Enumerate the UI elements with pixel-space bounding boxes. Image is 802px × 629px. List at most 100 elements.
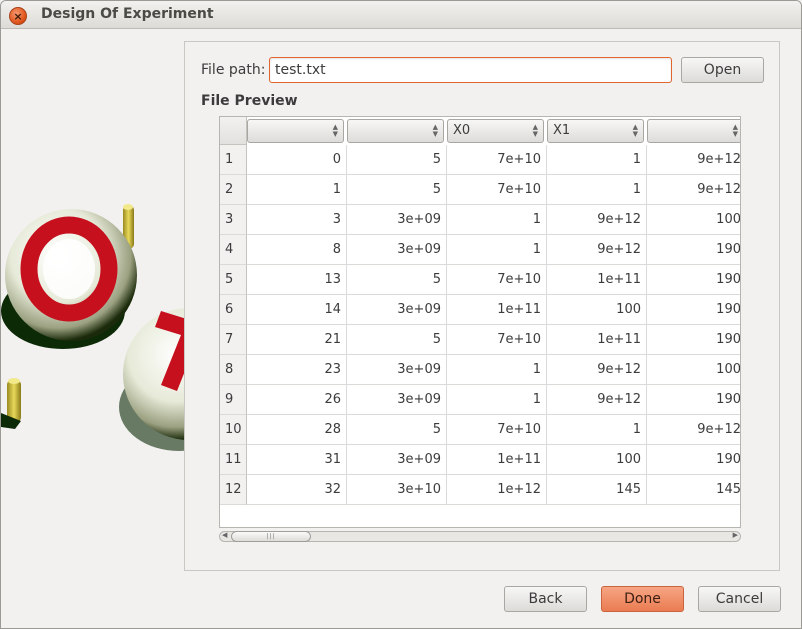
column-header-selector[interactable]: ▲ ▼ xyxy=(647,119,740,143)
table-cell[interactable]: 3e+09 xyxy=(347,385,447,415)
table-cell[interactable]: 1e+11 xyxy=(447,445,547,475)
column-header-label: X1 xyxy=(553,123,571,138)
table-cell[interactable]: 145 xyxy=(647,475,740,505)
table-cell[interactable]: 3e+09 xyxy=(347,445,447,475)
table-cell[interactable]: 1e+11 xyxy=(547,325,647,355)
table-cell[interactable]: 100 xyxy=(647,355,740,385)
table-cell[interactable]: 3e+09 xyxy=(347,355,447,385)
table-cell[interactable]: 23 xyxy=(247,355,347,385)
table-cell[interactable]: 190 xyxy=(647,265,740,295)
table-cell[interactable]: 13 xyxy=(247,265,347,295)
table-cell[interactable]: 1 xyxy=(547,415,647,445)
table-cell[interactable]: 1 xyxy=(447,235,547,265)
table-cell[interactable]: 9e+12 xyxy=(547,235,647,265)
table-row[interactable]: 10 28 5 7e+10 1 9e+12 xyxy=(220,415,740,445)
table-row[interactable]: 5 13 5 7e+10 1e+11 190 xyxy=(220,265,740,295)
table-row[interactable]: 7 21 5 7e+10 1e+11 190 xyxy=(220,325,740,355)
table-cell[interactable]: 1 xyxy=(447,385,547,415)
table-cell[interactable]: 3e+09 xyxy=(347,205,447,235)
table-cell[interactable]: 5 xyxy=(347,325,447,355)
table-row[interactable]: 12 32 3e+10 1e+12 145 145 xyxy=(220,475,740,505)
sort-spinner-icon: ▲ ▼ xyxy=(332,123,338,138)
column-header-selector[interactable]: X0 ▲ ▼ xyxy=(447,119,544,143)
table-cell[interactable]: 5 xyxy=(347,145,447,175)
table-cell[interactable]: 5 xyxy=(347,175,447,205)
table-row[interactable]: 4 8 3e+09 1 9e+12 190 xyxy=(220,235,740,265)
table-cell[interactable]: 32 xyxy=(247,475,347,505)
table-row[interactable]: 9 26 3e+09 1 9e+12 190 xyxy=(220,385,740,415)
table-cell[interactable]: 9e+12 xyxy=(647,415,740,445)
table-cell[interactable]: 100 xyxy=(647,205,740,235)
close-icon[interactable]: × xyxy=(9,7,27,25)
table-cell[interactable]: 190 xyxy=(647,385,740,415)
column-header-selector[interactable]: X1 ▲ ▼ xyxy=(547,119,644,143)
file-panel: File path: Open File Preview ▲▼ ▲▼ X0 ▲▼ xyxy=(184,41,780,571)
table-cell[interactable]: 21 xyxy=(247,325,347,355)
table-cell[interactable]: 190 xyxy=(647,325,740,355)
table-cell[interactable]: 28 xyxy=(247,415,347,445)
table-row[interactable]: 3 3 3e+09 1 9e+12 100 xyxy=(220,205,740,235)
table-cell[interactable]: 3 xyxy=(247,205,347,235)
table-row[interactable]: 1 0 5 7e+10 1 9e+12 xyxy=(220,145,740,175)
table-cell[interactable]: 0 xyxy=(247,145,347,175)
table-cell[interactable]: 3e+09 xyxy=(347,235,447,265)
table-cell[interactable]: 1 xyxy=(547,145,647,175)
table-cell[interactable]: 1e+11 xyxy=(447,295,547,325)
table-cell[interactable]: 100 xyxy=(547,445,647,475)
table-cell[interactable]: 26 xyxy=(247,385,347,415)
column-header-selector[interactable]: ▲ ▼ xyxy=(247,119,344,143)
scroll-right-icon[interactable]: ▶ xyxy=(733,531,738,539)
file-preview-table[interactable]: ▲ ▼ ▲ ▼ X0 ▲ ▼ X1 ▲ ▼ ▲ ▼ 105 7e+10 1 9e… xyxy=(219,116,741,528)
table-row[interactable]: 8 23 3e+09 1 9e+12 100 xyxy=(220,355,740,385)
table-cell[interactable]: 1 xyxy=(447,355,547,385)
table-row[interactable]: 11 31 3e+09 1e+11 100 190 xyxy=(220,445,740,475)
table-cell[interactable]: 190 xyxy=(647,295,740,325)
table-cell[interactable]: 31 xyxy=(247,445,347,475)
table-cell[interactable]: 3e+09 xyxy=(347,295,447,325)
horizontal-scrollbar[interactable]: ◀ ||| ▶ xyxy=(219,530,741,544)
row-number: 3 xyxy=(220,205,247,235)
back-button[interactable]: Back xyxy=(504,586,587,612)
sort-spinner-icon: ▲ ▼ xyxy=(432,123,438,138)
table-cell[interactable]: 9e+12 xyxy=(547,355,647,385)
open-button[interactable]: Open xyxy=(681,57,764,83)
scroll-left-icon[interactable]: ◀ xyxy=(222,531,227,539)
table-cell[interactable]: 7e+10 xyxy=(447,175,547,205)
table-cell[interactable]: 5 xyxy=(347,265,447,295)
table-cell[interactable]: 9e+12 xyxy=(547,385,647,415)
done-button[interactable]: Done xyxy=(601,586,684,612)
table-cell[interactable]: 1e+11 xyxy=(547,265,647,295)
table-row[interactable]: 6 14 3e+09 1e+11 100 190 xyxy=(220,295,740,325)
row-number: 5 xyxy=(220,265,247,295)
table-cell[interactable]: 14 xyxy=(247,295,347,325)
table-cell[interactable]: 145 xyxy=(547,475,647,505)
table-cell[interactable]: 7e+10 xyxy=(447,415,547,445)
sort-spinner-icon: ▲ ▼ xyxy=(732,123,738,138)
row-number: 9 xyxy=(220,385,247,415)
cancel-button[interactable]: Cancel xyxy=(698,586,781,612)
table-row[interactable]: 2 1 5 7e+10 1 9e+12 xyxy=(220,175,740,205)
table-cell[interactable]: 3e+10 xyxy=(347,475,447,505)
table-cell[interactable]: 7e+10 xyxy=(447,265,547,295)
table-cell[interactable]: 9e+12 xyxy=(647,175,740,205)
table-cell[interactable]: 1e+12 xyxy=(447,475,547,505)
scrollbar-thumb[interactable]: ||| xyxy=(231,531,311,542)
table-cell[interactable]: 100 xyxy=(547,295,647,325)
table-cell[interactable]: 1 xyxy=(447,205,547,235)
table-cell[interactable]: 1 xyxy=(247,175,347,205)
table-cell[interactable]: 7e+10 xyxy=(447,325,547,355)
table-cell[interactable]: 7e+10 xyxy=(447,145,547,175)
table-cell[interactable]: 190 xyxy=(647,235,740,265)
table-cell[interactable]: 8 xyxy=(247,235,347,265)
window-title: Design Of Experiment xyxy=(41,6,214,22)
table-cell[interactable]: 5 xyxy=(347,415,447,445)
table-header-row: ▲ ▼ ▲ ▼ X0 ▲ ▼ X1 ▲ ▼ ▲ ▼ xyxy=(247,117,740,145)
table-cell[interactable]: 1 xyxy=(547,175,647,205)
table-cell[interactable]: 9e+12 xyxy=(547,205,647,235)
row-number: 2 xyxy=(220,175,247,205)
table-cell[interactable]: 9e+12 xyxy=(647,145,740,175)
file-path-input[interactable] xyxy=(269,57,672,83)
column-header-selector[interactable]: ▲ ▼ xyxy=(347,119,444,143)
table-cell[interactable]: 190 xyxy=(647,445,740,475)
doe-dialog-window: × Design Of Experiment File path: test.t… xyxy=(0,0,802,629)
